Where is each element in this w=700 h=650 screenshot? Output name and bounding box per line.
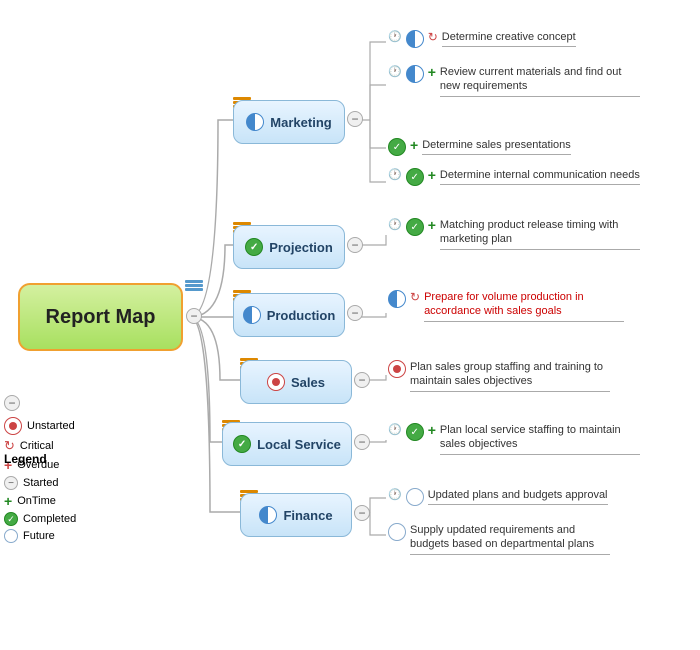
clock-icon-8: 🕐 xyxy=(388,423,402,436)
local-service-connector[interactable]: − xyxy=(354,434,370,450)
leaf-text-5: Matching product release timing with mar… xyxy=(440,218,640,250)
legend-item-unstarted: Unstarted xyxy=(4,417,124,435)
status-icon-9 xyxy=(406,488,424,506)
leaf-review-materials: 🕐 + Review current materials and find ou… xyxy=(388,65,640,97)
legend: − Unstarted ↻ Critical + Overdue − Start… xyxy=(4,395,124,546)
legend-connector[interactable]: − xyxy=(4,395,20,411)
production-icon xyxy=(243,306,261,324)
production-connector[interactable]: − xyxy=(347,305,363,321)
leaf-text-3: Determine sales presentations xyxy=(422,138,571,155)
leaf-sales-staffing: Plan sales group staffing and training t… xyxy=(388,360,610,392)
status-icon-3: ✓ xyxy=(388,138,406,156)
leaf-text-9: Updated plans and budgets approval xyxy=(428,488,608,505)
status-icon-7 xyxy=(388,360,406,378)
central-node[interactable]: Report Map xyxy=(18,283,183,351)
sales-connector[interactable]: − xyxy=(354,372,370,388)
legend-ontime-label: OnTime xyxy=(17,495,56,507)
leaf-text-8: Plan local service staffing to maintain … xyxy=(440,423,640,455)
branch-sales[interactable]: Sales xyxy=(240,360,352,404)
legend-future-icon xyxy=(4,529,18,543)
plus-icon-5: + xyxy=(428,218,436,232)
refresh-icon-6: ↻ xyxy=(410,290,420,304)
branch-local-service-label: Local Service xyxy=(257,437,341,452)
legend-unstarted-icon xyxy=(4,417,22,435)
clock-icon-4: 🕐 xyxy=(388,168,402,181)
branch-projection[interactable]: ✓ Projection xyxy=(233,225,345,269)
legend-critical-label: Critical xyxy=(20,440,54,452)
central-connector[interactable]: − xyxy=(186,308,202,324)
leaf-sales-presentations: ✓ + Determine sales presentations xyxy=(388,138,571,156)
leaf-text-4: Determine internal communication needs xyxy=(440,168,640,185)
branch-production[interactable]: Production xyxy=(233,293,345,337)
clock-icon-1: 🕐 xyxy=(388,30,402,43)
branch-finance-label: Finance xyxy=(283,508,332,523)
finance-connector[interactable]: − xyxy=(354,505,370,521)
leaf-internal-comm: 🕐 ✓ + Determine internal communication n… xyxy=(388,168,640,186)
branch-projection-label: Projection xyxy=(269,240,333,255)
branch-local-service[interactable]: ✓ Local Service xyxy=(222,422,352,466)
status-icon-5: ✓ xyxy=(406,218,424,236)
legend-future-label: Future xyxy=(23,530,55,542)
legend-started-icon: − xyxy=(4,476,18,490)
clock-icon-5: 🕐 xyxy=(388,218,402,231)
branch-finance[interactable]: Finance xyxy=(240,493,352,537)
branch-sales-label: Sales xyxy=(291,375,325,390)
central-node-label: Report Map xyxy=(46,306,156,329)
branch-production-label: Production xyxy=(267,308,336,323)
legend-item-ontime: + OnTime xyxy=(4,493,124,509)
projection-icon: ✓ xyxy=(245,238,263,256)
legend-completed-icon: ✓ xyxy=(4,512,18,526)
marketing-connector[interactable]: − xyxy=(347,111,363,127)
leaf-local-service-staffing: 🕐 ✓ + Plan local service staffing to mai… xyxy=(388,423,640,455)
refresh-icon-1: ↻ xyxy=(428,30,438,44)
sales-icon xyxy=(267,373,285,391)
plus-icon-2: + xyxy=(428,65,436,79)
status-icon-2 xyxy=(406,65,424,83)
plus-icon-3: + xyxy=(410,138,418,152)
leaf-text-7: Plan sales group staffing and training t… xyxy=(410,360,610,392)
status-icon-8: ✓ xyxy=(406,423,424,441)
status-icon-1 xyxy=(406,30,424,48)
plus-icon-8: + xyxy=(428,423,436,437)
legend-item-started: − Started xyxy=(4,476,124,490)
leaf-text-1: Determine creative concept xyxy=(442,30,576,47)
local-service-icon: ✓ xyxy=(233,435,251,453)
clock-icon-9: 🕐 xyxy=(388,488,402,501)
legend-title: Legend xyxy=(4,452,47,466)
legend-item-completed: ✓ Completed xyxy=(4,512,124,526)
legend-started-label: Started xyxy=(23,477,58,489)
marketing-icon xyxy=(246,113,264,131)
leaf-updated-plans: 🕐 Updated plans and budgets approval xyxy=(388,488,608,506)
status-icon-6 xyxy=(388,290,406,308)
branch-marketing-label: Marketing xyxy=(270,115,331,130)
leaf-text-10: Supply updated requirements and budgets … xyxy=(410,523,610,555)
legend-completed-label: Completed xyxy=(23,513,76,525)
branch-marketing[interactable]: Marketing xyxy=(233,100,345,144)
legend-ontime-icon: + xyxy=(4,493,12,509)
leaf-product-release: 🕐 ✓ + Matching product release timing wi… xyxy=(388,218,640,250)
leaf-volume-production: ↻ Prepare for volume production in accor… xyxy=(388,290,624,322)
legend-item-future: Future xyxy=(4,529,124,543)
status-icon-4: ✓ xyxy=(406,168,424,186)
plus-icon-4: + xyxy=(428,168,436,182)
leaf-text-2: Review current materials and find out ne… xyxy=(440,65,640,97)
projection-connector[interactable]: − xyxy=(347,237,363,253)
legend-unstarted-label: Unstarted xyxy=(27,420,75,432)
leaf-creative-concept: 🕐 ↻ Determine creative concept xyxy=(388,30,576,48)
leaf-supply-requirements: Supply updated requirements and budgets … xyxy=(388,523,610,555)
leaf-text-6: Prepare for volume production in accorda… xyxy=(424,290,624,322)
status-icon-10 xyxy=(388,523,406,541)
clock-icon-2: 🕐 xyxy=(388,65,402,78)
finance-icon xyxy=(259,506,277,524)
